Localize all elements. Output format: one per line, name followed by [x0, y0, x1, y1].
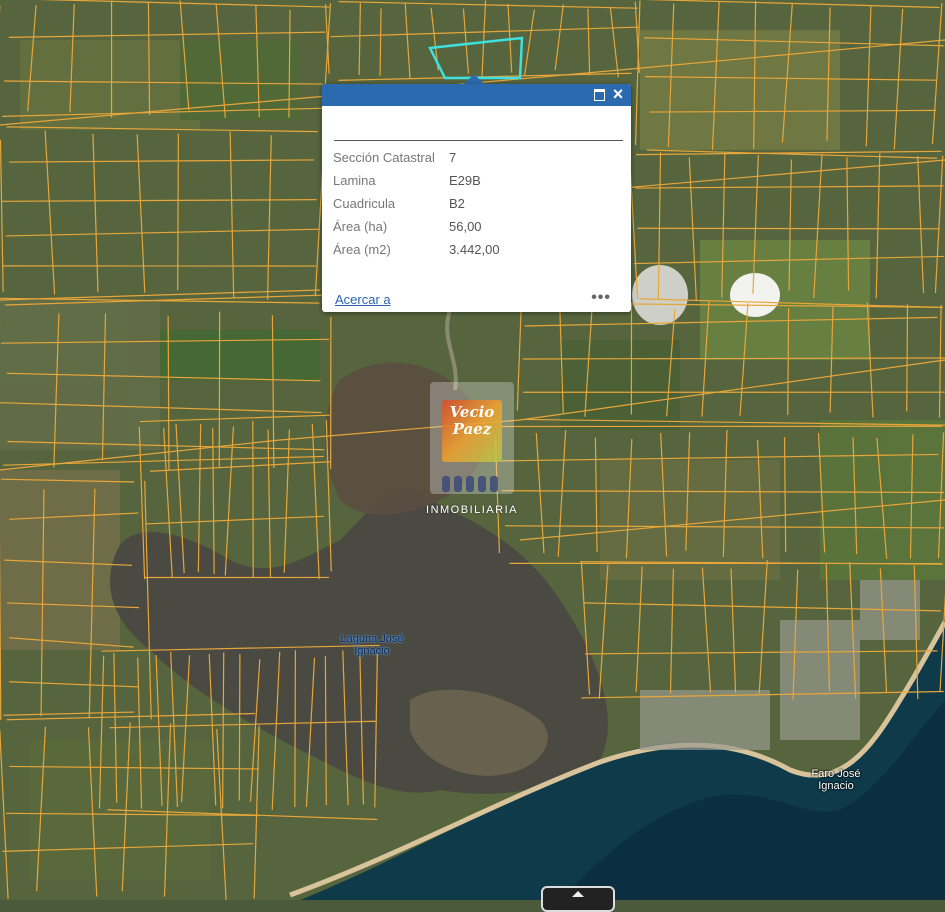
cloud — [730, 273, 780, 317]
attribute-row: Área (ha)56,00 — [333, 218, 500, 241]
parcel-line — [178, 134, 179, 290]
cloud — [632, 265, 688, 325]
close-icon[interactable]: × — [609, 83, 627, 105]
expand-panel-button[interactable] — [541, 886, 615, 912]
parcel-line — [239, 654, 240, 800]
attributes-table: Sección Catastral7LaminaE29BCuadriculaB2… — [333, 149, 500, 264]
attribute-key: Cuadricula — [333, 195, 449, 218]
attribute-key: Área (m2) — [333, 241, 449, 264]
popup-title — [334, 106, 623, 141]
columns-icon — [440, 474, 504, 494]
watermark-script-line2: Paez — [442, 421, 502, 438]
attribute-value: 56,00 — [449, 218, 500, 241]
lighthouse-label-line2: Ignacio — [786, 780, 886, 792]
popup-footer: Acercar a ••• — [335, 291, 619, 307]
inmobiliaria-watermark: Vecio Paez INMOBILIARIA — [418, 382, 526, 522]
chevron-up-icon — [572, 891, 584, 897]
attribute-key: Lamina — [333, 172, 449, 195]
attribute-row: Área (m2)3.442,00 — [333, 241, 500, 264]
lagoon-label-line2: Ignacio — [322, 645, 422, 657]
lighthouse-label-line1: Faro José — [786, 768, 886, 780]
zoom-to-link[interactable]: Acercar a — [335, 292, 391, 307]
attribute-value: 7 — [449, 149, 500, 172]
attribute-key: Sección Catastral — [333, 149, 449, 172]
lagoon-label-line1: Laguna José — [322, 633, 422, 645]
watermark-script-line1: Vecio — [442, 404, 502, 421]
attribute-key: Área (ha) — [333, 218, 449, 241]
parcel-line — [637, 228, 939, 229]
parcel-line — [788, 308, 789, 415]
parcel-line — [168, 316, 169, 469]
attribute-value: 3.442,00 — [449, 241, 500, 264]
ellipsis-icon[interactable]: ••• — [591, 289, 611, 307]
lagoon-label: Laguna José Ignacio — [322, 633, 422, 657]
attribute-value: B2 — [449, 195, 500, 218]
watermark-script: Vecio Paez — [442, 404, 502, 438]
attribute-row: CuadriculaB2 — [333, 195, 500, 218]
popup-header: × — [322, 84, 631, 106]
attribute-value: E29B — [449, 172, 500, 195]
attribute-row: LaminaE29B — [333, 172, 500, 195]
lighthouse-label: Faro José Ignacio — [786, 768, 886, 792]
attribute-row: Sección Catastral7 — [333, 149, 500, 172]
watermark-text: INMOBILIARIA — [418, 504, 526, 516]
maximize-icon[interactable] — [594, 89, 605, 101]
parcel-info-popup: × Sección Catastral7LaminaE29BCuadricula… — [322, 84, 631, 312]
parcel-line — [295, 650, 296, 807]
